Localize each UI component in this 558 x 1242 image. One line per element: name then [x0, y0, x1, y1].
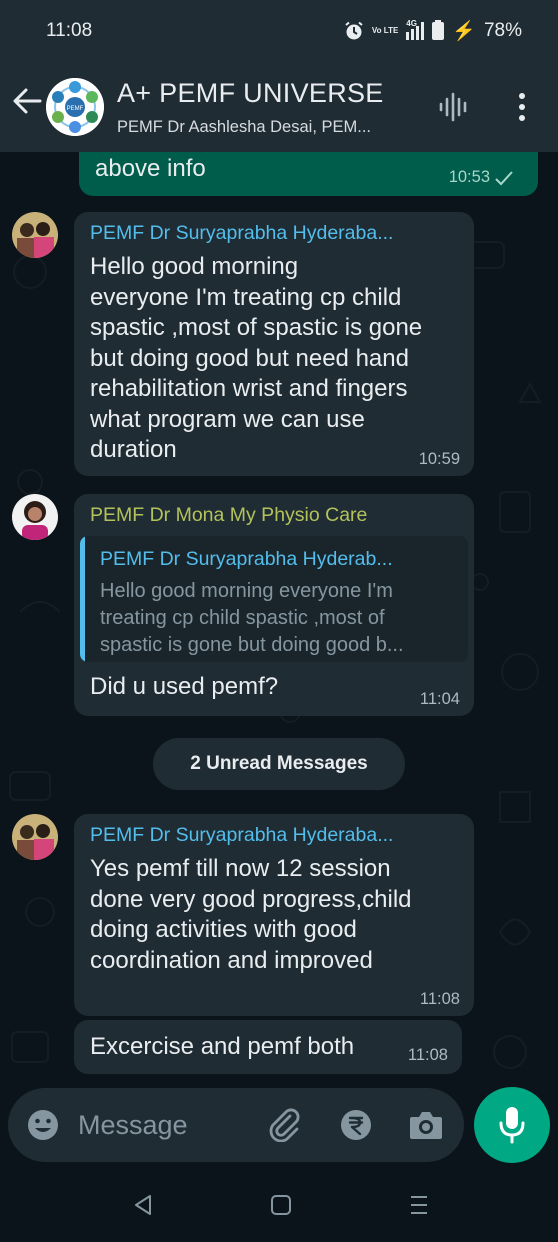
- message-bubble-outgoing[interactable]: above info 10:53: [79, 152, 538, 196]
- group-title[interactable]: A+ PEMF UNIVERSE: [117, 78, 384, 109]
- signal-icon: 4G: [406, 19, 425, 40]
- message-bubble-incoming[interactable]: Excercise and pemf both 11:08: [74, 1020, 462, 1074]
- rupee-icon[interactable]: [339, 1108, 373, 1142]
- emoji-icon[interactable]: [26, 1108, 60, 1142]
- system-navigation-bar: [0, 1170, 558, 1242]
- camera-icon[interactable]: [408, 1108, 444, 1142]
- message-time: 11:08: [419, 990, 460, 1008]
- avatar[interactable]: [12, 212, 58, 258]
- message-time: 10:53: [448, 168, 490, 186]
- avatar[interactable]: [12, 814, 58, 860]
- nav-recents-icon[interactable]: [408, 1194, 430, 1216]
- alarm-icon: [345, 21, 363, 40]
- message-text: Hello good morning everyone I'm treating…: [90, 253, 423, 463]
- more-options-icon[interactable]: [512, 92, 532, 122]
- volte-icon: Vo LTE: [371, 26, 399, 35]
- message-sender[interactable]: PEMF Dr Mona My Physio Care: [90, 504, 460, 527]
- voice-chat-icon[interactable]: [438, 92, 470, 122]
- message-text: Did u used pemf?: [90, 673, 279, 700]
- unread-messages-divider: 2 Unread Messages: [153, 738, 405, 790]
- message-bubble-incoming[interactable]: PEMF Dr Suryaprabha Hyderaba... Yes pemf…: [74, 814, 474, 1016]
- status-time: 11:08: [46, 20, 93, 41]
- status-icons: Vo LTE 4G ⚡ 78%: [344, 19, 522, 43]
- avatar[interactable]: [12, 494, 58, 540]
- battery-percent: 78%: [483, 20, 522, 41]
- message-input[interactable]: Message: [78, 1110, 188, 1141]
- message-time: 10:59: [418, 450, 460, 468]
- chat-area[interactable]: above info 10:53 PEMF Dr Suryaprabha Hyd…: [0, 152, 558, 1242]
- quoted-sender: PEMF Dr Suryaprabha Hyderab...: [100, 548, 393, 570]
- double-check-icon: [495, 171, 513, 186]
- quoted-message[interactable]: PEMF Dr Suryaprabha Hyderab... Hello goo…: [80, 536, 468, 662]
- mic-icon: [499, 1107, 525, 1144]
- message-sender[interactable]: PEMF Dr Suryaprabha Hyderaba...: [90, 222, 460, 245]
- message-input-bar: Message: [8, 1088, 464, 1162]
- nav-home-icon[interactable]: [270, 1194, 292, 1216]
- network-label: 4G: [406, 19, 417, 28]
- message-time: 11:08: [407, 1046, 448, 1064]
- nav-back-icon[interactable]: [132, 1194, 154, 1216]
- quote-bar: [80, 536, 85, 662]
- message-text: above info: [95, 155, 206, 182]
- charging-icon: ⚡: [452, 21, 476, 42]
- status-bar: 11:08 Vo LTE 4G ⚡ 78%: [0, 0, 558, 64]
- message-text: Yes pemf till now 12 session done very g…: [90, 855, 412, 974]
- message-text: Excercise and pemf both: [90, 1033, 355, 1060]
- back-arrow-icon[interactable]: [10, 84, 44, 118]
- quoted-text: Hello good morning everyone I'm treating…: [100, 580, 404, 656]
- group-members[interactable]: PEMF Dr Aashlesha Desai, PEM...: [117, 118, 371, 137]
- battery-icon: [432, 19, 445, 43]
- message-sender[interactable]: PEMF Dr Suryaprabha Hyderaba...: [90, 824, 460, 847]
- message-bubble-incoming[interactable]: PEMF Dr Suryaprabha Hyderaba... Hello go…: [74, 212, 474, 476]
- message-bubble-incoming[interactable]: PEMF Dr Mona My Physio Care PEMF Dr Sury…: [74, 494, 474, 716]
- group-avatar-label: PEMF: [67, 106, 84, 112]
- chat-header: PEMF A+ PEMF UNIVERSE PEMF Dr Aashlesha …: [0, 64, 558, 152]
- group-avatar[interactable]: PEMF: [46, 78, 104, 136]
- attach-icon[interactable]: [266, 1106, 302, 1142]
- message-time: 11:04: [419, 690, 460, 708]
- mic-button[interactable]: [474, 1087, 550, 1163]
